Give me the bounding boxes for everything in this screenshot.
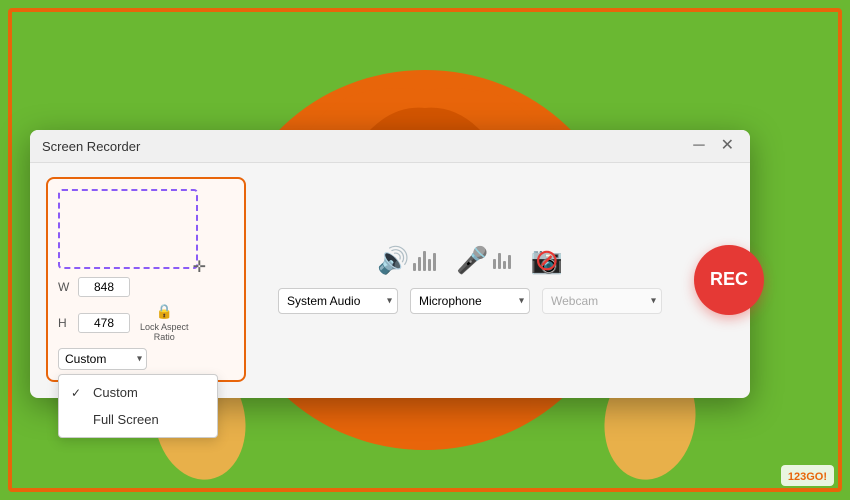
lock-icon: 🔒 xyxy=(156,303,173,320)
microphone-select[interactable]: Microphone xyxy=(410,288,530,314)
area-select-wrapper: Custom Full Screen xyxy=(58,348,147,370)
minimize-button[interactable]: ─ xyxy=(689,138,708,154)
rec-button[interactable]: REC xyxy=(694,245,764,315)
close-button[interactable]: ✕ xyxy=(717,138,738,154)
audio-dropdowns-row: System Audio Microphone Webcam xyxy=(278,288,662,314)
dialog-titlebar: Screen Recorder ─ ✕ xyxy=(30,130,750,163)
area-selector[interactable]: ✛ xyxy=(58,189,198,269)
webcam-wrapper: Webcam xyxy=(542,288,662,314)
webcam-group: 📷 ⊘ xyxy=(531,245,563,276)
system-audio-select[interactable]: System Audio xyxy=(278,288,398,314)
bar-1 xyxy=(413,263,416,271)
width-input[interactable] xyxy=(78,277,130,297)
mic-group: 🎤 xyxy=(456,245,510,276)
webcam-slash-icon: ⊘ xyxy=(531,245,563,276)
bar-3 xyxy=(503,261,506,269)
bar-4 xyxy=(428,259,431,271)
mic-bars xyxy=(493,253,511,269)
system-audio-wrapper: System Audio xyxy=(278,288,398,314)
screen-recorder-dialog: Screen Recorder ─ ✕ ✛ W H 🔒 xyxy=(30,130,750,398)
height-input[interactable] xyxy=(78,313,130,333)
webcam-select[interactable]: Webcam xyxy=(542,288,662,314)
dropdown-item-fullscreen[interactable]: ✓ Full Screen xyxy=(59,406,217,433)
record-area-panel: ✛ W H 🔒 Lock AspectRatio Cust xyxy=(46,177,246,382)
titlebar-buttons: ─ ✕ xyxy=(689,138,738,154)
width-label: W xyxy=(58,280,72,294)
dropdown-fullscreen-label: Full Screen xyxy=(93,412,159,427)
bar-2 xyxy=(498,253,501,269)
dialog-title: Screen Recorder xyxy=(42,139,140,154)
bar-3 xyxy=(423,251,426,271)
dropdown-custom-label: Custom xyxy=(93,385,138,400)
microphone-wrapper: Microphone xyxy=(410,288,530,314)
speaker-bars xyxy=(413,251,436,271)
bar-1 xyxy=(493,259,496,269)
bar-4 xyxy=(508,255,511,269)
lock-aspect-label: Lock AspectRatio xyxy=(140,322,189,342)
width-row: W xyxy=(58,277,234,297)
bar-2 xyxy=(418,257,421,271)
logo-text: 123GO! xyxy=(788,471,827,483)
height-row: H 🔒 Lock AspectRatio xyxy=(58,303,234,342)
check-icon: ✓ xyxy=(71,386,85,400)
speaker-icon: 🔊 xyxy=(377,245,409,276)
microphone-icon: 🎤 xyxy=(456,245,488,276)
area-select[interactable]: Custom Full Screen xyxy=(58,348,147,370)
move-icon: ✛ xyxy=(193,257,206,277)
logo: 123GO! xyxy=(781,465,834,486)
dialog-body: ✛ W H 🔒 Lock AspectRatio Cust xyxy=(30,163,750,398)
lock-aspect: 🔒 Lock AspectRatio xyxy=(140,303,189,342)
area-dropdown-menu: ✓ Custom ✓ Full Screen xyxy=(58,374,218,438)
bar-5 xyxy=(433,253,436,271)
height-label: H xyxy=(58,316,72,330)
audio-icons-row: 🔊 🎤 xyxy=(377,245,563,276)
dropdown-item-custom[interactable]: ✓ Custom xyxy=(59,379,217,406)
center-controls: 🔊 🎤 xyxy=(278,245,662,314)
dropdown-row: Custom Full Screen ✓ Custom ✓ Full Scree… xyxy=(58,348,234,370)
speaker-group: 🔊 xyxy=(377,245,436,276)
